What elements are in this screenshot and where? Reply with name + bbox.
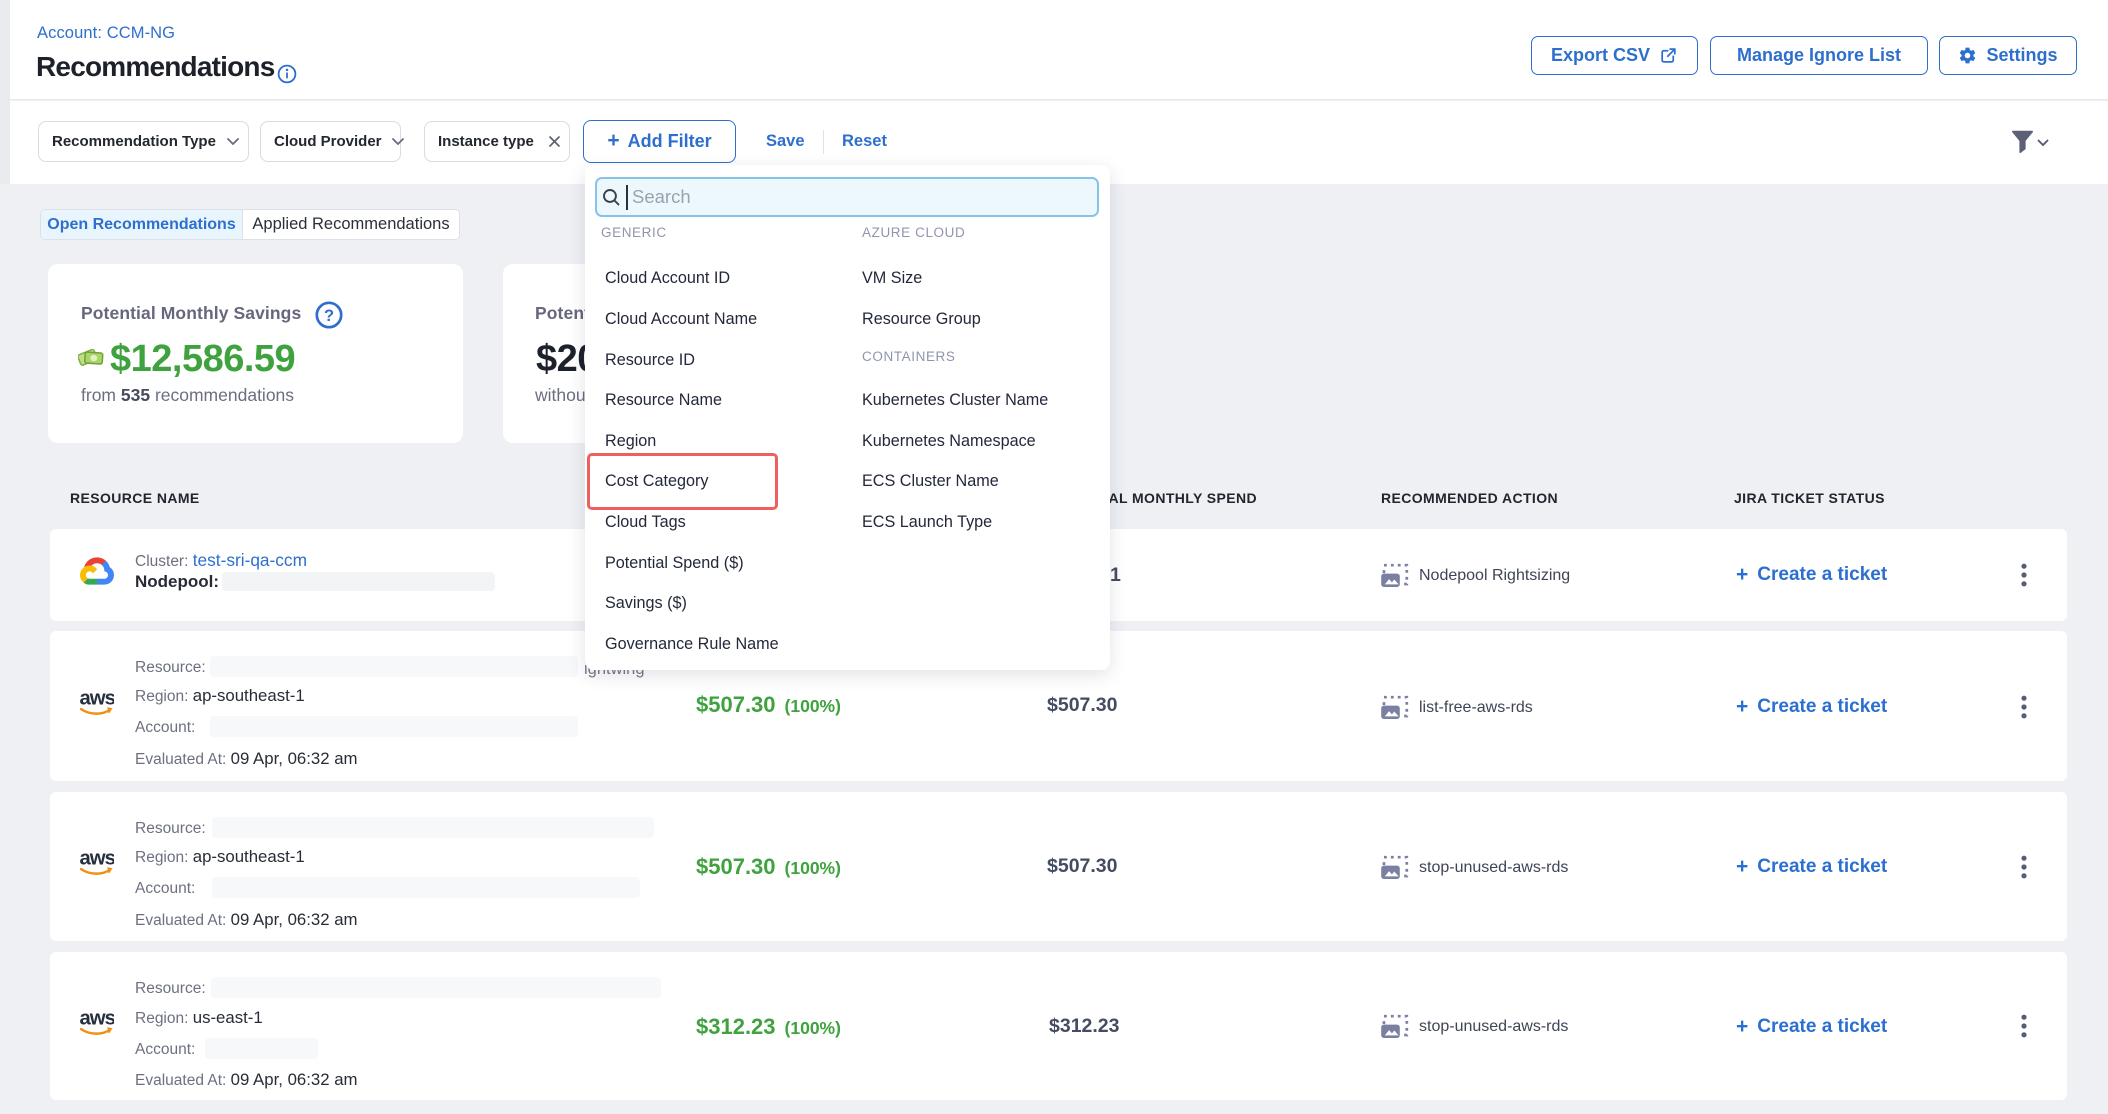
svg-text:?: ? xyxy=(324,307,334,325)
